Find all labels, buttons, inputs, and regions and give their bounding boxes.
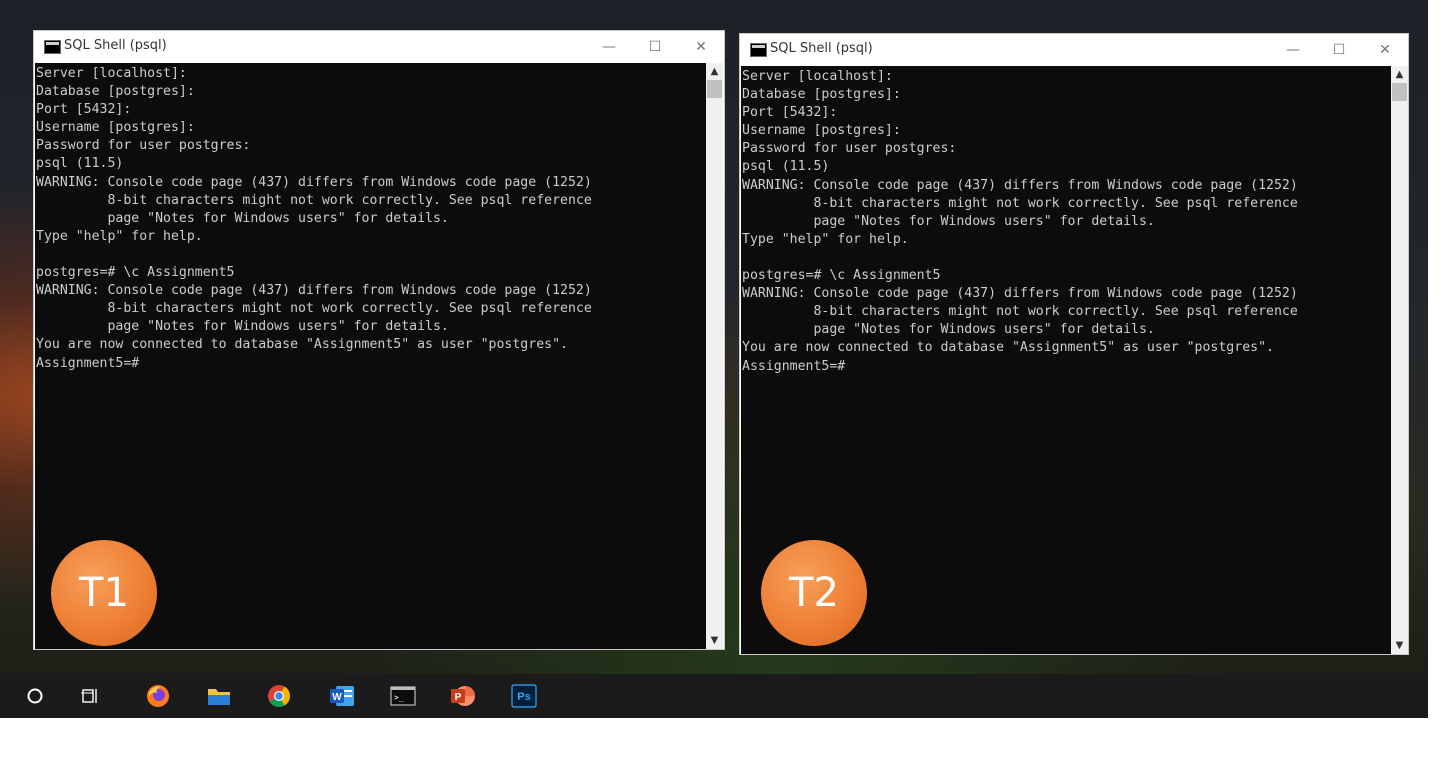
minimize-button[interactable]: — <box>1270 34 1316 66</box>
desktop-background: SQL Shell (psql) — ☐ ✕ Server [localhost… <box>0 0 1428 718</box>
console-app-icon <box>44 40 61 54</box>
console-app-icon <box>750 43 767 57</box>
maximize-button[interactable]: ☐ <box>1316 34 1362 66</box>
sql-shell-window-t1[interactable]: SQL Shell (psql) — ☐ ✕ Server [localhost… <box>33 30 725 650</box>
powerpoint-icon[interactable]: P <box>449 682 477 710</box>
scroll-up-icon[interactable]: ▲ <box>706 63 723 80</box>
title-bar[interactable]: SQL Shell (psql) — ☐ ✕ <box>740 34 1408 66</box>
svg-text:W: W <box>332 692 342 703</box>
window-title: SQL Shell (psql) <box>770 41 873 56</box>
cortana-icon[interactable] <box>21 682 49 710</box>
taskbar: W >_ P Ps <box>0 674 1428 718</box>
vertical-scrollbar[interactable]: ▲ ▼ <box>706 63 723 649</box>
scroll-thumb[interactable] <box>1392 83 1407 101</box>
terminal-icon[interactable]: >_ <box>389 682 417 710</box>
console-text: Server [localhost]: Database [postgres]:… <box>36 66 592 371</box>
sql-shell-window-t2[interactable]: SQL Shell (psql) — ☐ ✕ Server [localhost… <box>739 33 1409 655</box>
svg-text:Ps: Ps <box>517 691 530 703</box>
scroll-down-icon[interactable]: ▼ <box>1391 637 1408 654</box>
maximize-button[interactable]: ☐ <box>632 31 678 63</box>
annotation-badge-t1: T1 <box>51 540 157 646</box>
firefox-icon[interactable] <box>144 682 172 710</box>
svg-text:P: P <box>455 692 462 703</box>
scroll-down-icon[interactable]: ▼ <box>706 632 723 649</box>
console-text: Server [localhost]: Database [postgres]:… <box>742 69 1298 374</box>
window-title: SQL Shell (psql) <box>64 38 167 53</box>
console-output[interactable]: Server [localhost]: Database [postgres]:… <box>35 63 706 649</box>
task-view-icon[interactable] <box>76 682 104 710</box>
console-output[interactable]: Server [localhost]: Database [postgres]:… <box>741 66 1391 654</box>
close-button[interactable]: ✕ <box>678 31 724 63</box>
word-icon[interactable]: W <box>328 682 356 710</box>
scroll-thumb[interactable] <box>707 80 722 98</box>
minimize-button[interactable]: — <box>586 31 632 63</box>
scroll-up-icon[interactable]: ▲ <box>1391 66 1408 83</box>
svg-text:>_: >_ <box>394 693 404 702</box>
close-button[interactable]: ✕ <box>1362 34 1408 66</box>
file-explorer-icon[interactable] <box>205 682 233 710</box>
vertical-scrollbar[interactable]: ▲ ▼ <box>1391 66 1408 654</box>
photoshop-icon[interactable]: Ps <box>510 682 538 710</box>
title-bar[interactable]: SQL Shell (psql) — ☐ ✕ <box>34 31 724 63</box>
annotation-badge-t2: T2 <box>761 540 867 646</box>
chrome-icon[interactable] <box>265 682 293 710</box>
